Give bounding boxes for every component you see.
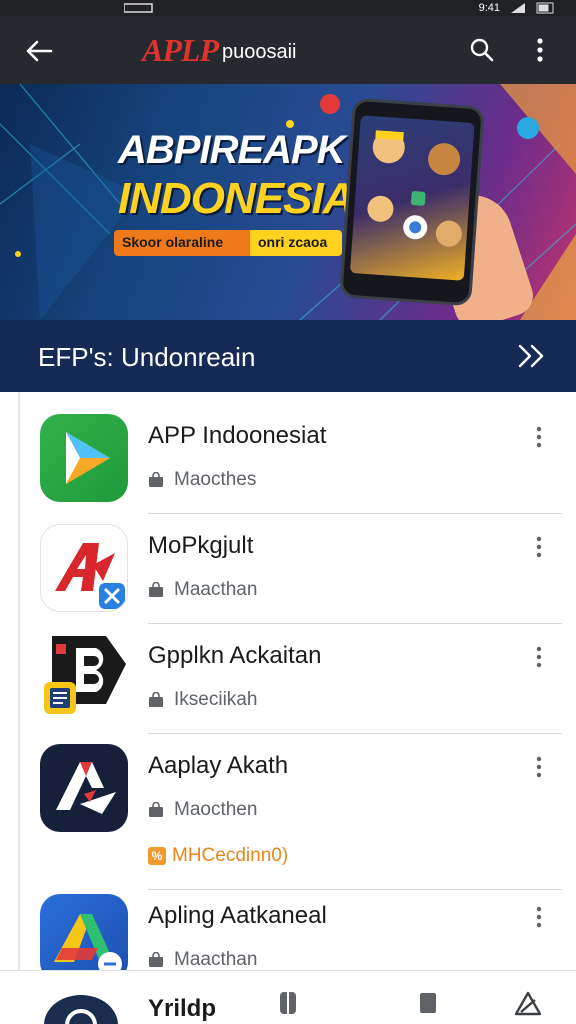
status-bar: 9:41 [0, 0, 576, 16]
promo-banner[interactable]: ABPIREAPK INDONESIA Skoor olaraline onri… [0, 84, 576, 320]
back-button[interactable] [22, 34, 56, 68]
status-time: 9:41 [478, 2, 500, 14]
b-logo-icon [40, 634, 128, 722]
item-more-button[interactable] [528, 532, 550, 562]
item-more-button[interactable] [528, 422, 550, 452]
banner-title-line1: ABPIREAPK [118, 128, 346, 172]
promo-tag-text: MHCecdinn0) [172, 845, 289, 866]
more-vertical-icon [537, 38, 543, 62]
back-arrow-icon [26, 40, 53, 62]
phone-illustration [339, 97, 485, 307]
overflow-menu-button[interactable] [526, 34, 554, 66]
section-expand-button[interactable] [516, 342, 548, 370]
app-meta: Maocthes [148, 468, 256, 492]
app-name: Aaplay Akath [148, 752, 289, 779]
list-item[interactable]: Aaplay Akath Maocthen % MHCecdinn0) [0, 722, 576, 890]
section-title: EFP's: Undonreain [38, 342, 256, 372]
app-meta-text: Maocthes [174, 469, 257, 490]
list-item[interactable]: Apling Aatkaneal Maacthan [0, 872, 576, 982]
shopping-bag-icon [149, 692, 163, 707]
status-notification-icons [124, 0, 154, 16]
list-item[interactable]: Gpplkn Ackaitan Ikseciikah [0, 612, 576, 734]
dark-a-logo-icon [40, 744, 128, 832]
nav-apps-button[interactable] [412, 987, 444, 1019]
shopping-bag-icon [149, 472, 163, 487]
app-name: Apling Aatkaneal [148, 902, 327, 929]
notification-icon [124, 3, 153, 13]
app-meta-text: Maacthan [174, 579, 258, 600]
app-meta: Ikseciikah [148, 688, 257, 712]
avatar-stickers-illustration [367, 130, 462, 247]
app-meta-text: Ikseciikah [174, 689, 258, 710]
app-promo-tag: % MHCecdinn0) [148, 844, 288, 868]
app-name: MoPkgjult [148, 532, 254, 559]
app-meta-text: Maocthen [174, 799, 258, 820]
app-logo: APLP puoosaii [142, 30, 297, 70]
bottom-nav: Yrildp [0, 970, 576, 1024]
play-triangle-icon [40, 414, 128, 502]
more-vertical-icon [536, 906, 542, 928]
app-meta-text: Maacthan [174, 949, 258, 970]
logo-mark: APLP [142, 31, 219, 68]
list-item[interactable]: MoPkgjult Maacthan [0, 502, 576, 624]
shopping-bag-icon [149, 952, 163, 967]
search-button[interactable] [466, 34, 498, 66]
banner-title-line2: INDONESIA [118, 174, 354, 223]
item-more-button[interactable] [528, 902, 550, 932]
signal-icon [511, 3, 525, 13]
battery-icon [536, 2, 554, 14]
item-more-button[interactable] [528, 752, 550, 782]
more-vertical-icon [536, 426, 542, 448]
colorful-a-logo-icon [40, 894, 128, 982]
square-icon [420, 993, 436, 1013]
more-vertical-icon [536, 756, 542, 778]
app-name: APP Indoonesiat [148, 422, 327, 449]
red-a-logo-icon [40, 524, 128, 612]
logo-text: puoosaii [221, 40, 297, 63]
status-icons: 9:41 [479, 0, 556, 16]
banner-tagline: Skoor olaraline onri zcaoa [114, 230, 342, 256]
list-item[interactable]: APP Indoonesiat Maocthes [0, 392, 576, 514]
item-more-button[interactable] [528, 642, 550, 672]
app-meta: Maocthen [148, 798, 257, 822]
banner-tagline-left: Skoor olaraline [114, 230, 250, 256]
bottom-nav-label: Yrildp [148, 995, 217, 1022]
more-vertical-icon [536, 646, 542, 668]
app-meta: Maacthan [148, 948, 257, 972]
double-chevron-right-icon [518, 344, 544, 368]
section-header[interactable]: EFP's: Undonreain [0, 320, 576, 392]
book-icon [280, 992, 296, 1014]
triangle-pen-icon [514, 991, 542, 1016]
shopping-bag-icon [149, 582, 163, 597]
phone-screen-illustration [349, 115, 475, 281]
more-vertical-icon [536, 536, 542, 558]
nav-library-button[interactable] [272, 987, 304, 1019]
shopping-bag-icon [149, 802, 163, 817]
app-name: Gpplkn Ackaitan [148, 642, 322, 669]
app-bar: APLP puoosaii [0, 16, 576, 84]
banner-tagline-right: onri zcaoa [250, 230, 342, 256]
search-icon [470, 38, 494, 62]
account-circle-icon [65, 1009, 97, 1024]
profile-avatar[interactable] [44, 995, 118, 1024]
app-meta: Maacthan [148, 578, 257, 602]
promo-tag-icon: % [148, 847, 166, 865]
nav-updates-button[interactable] [512, 987, 544, 1019]
